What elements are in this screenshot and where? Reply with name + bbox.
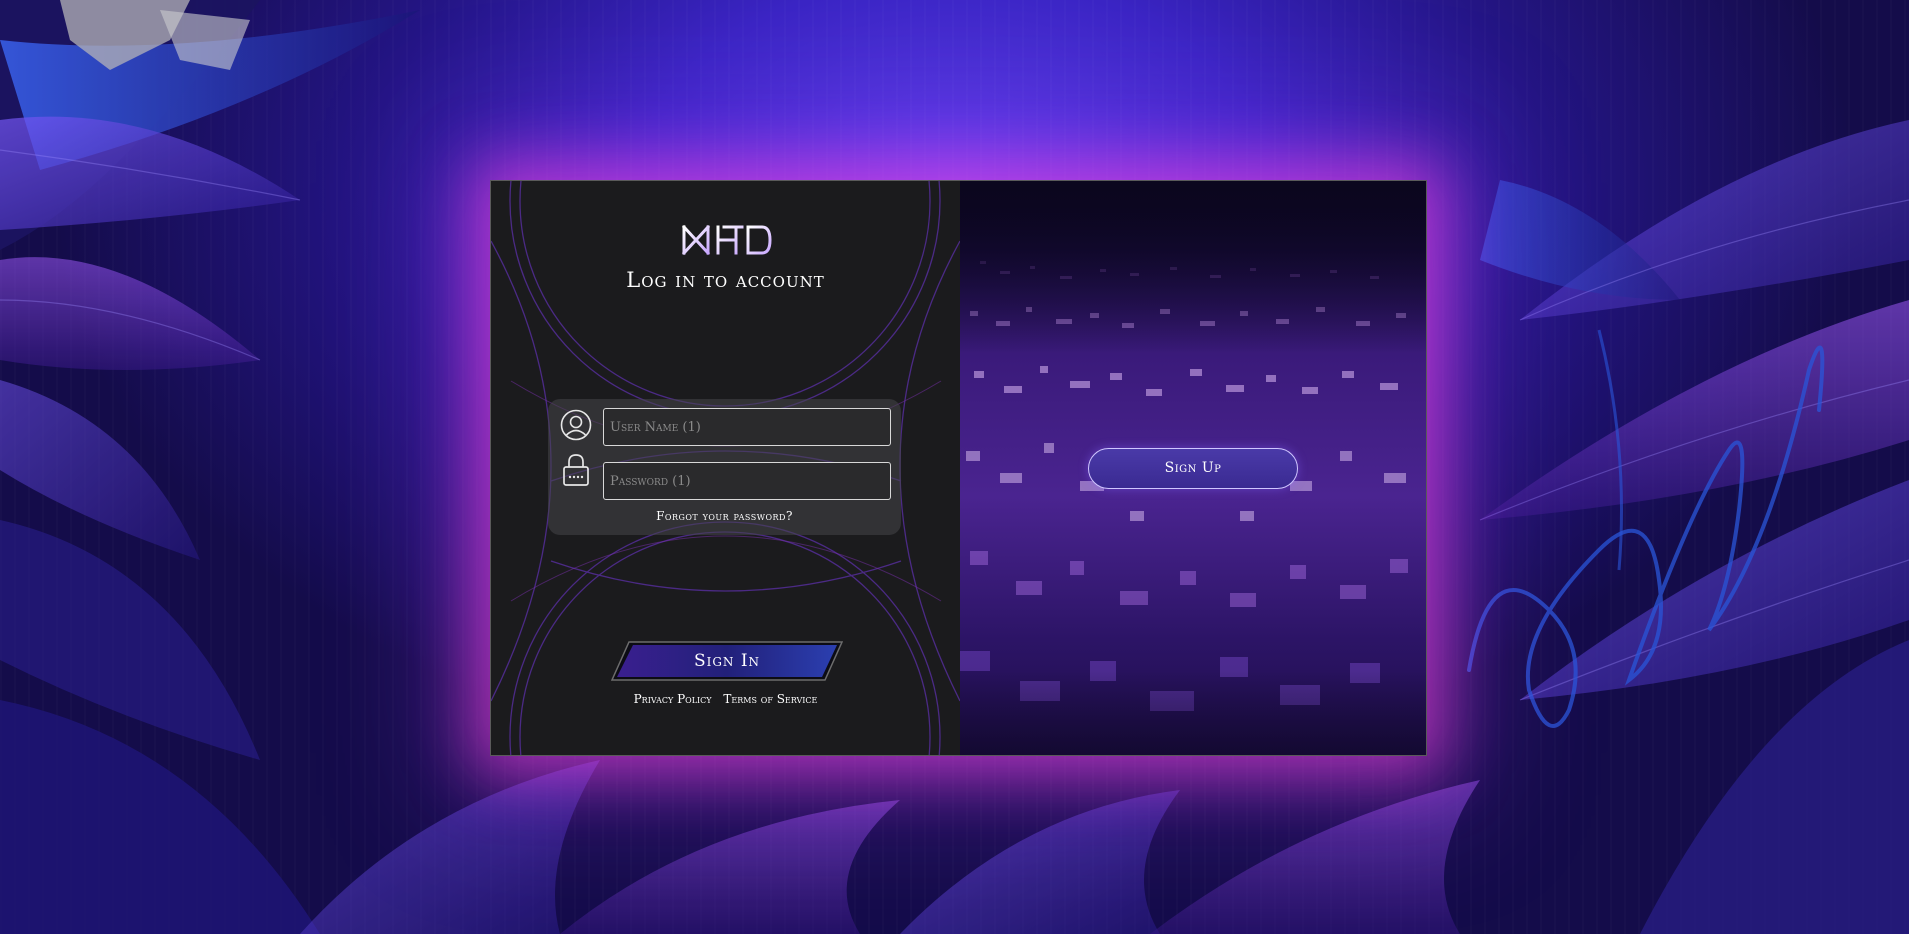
mhd-logo-icon <box>681 224 772 256</box>
password-input[interactable] <box>603 462 891 500</box>
legal-links: Privacy Policy Terms of Service <box>491 692 960 706</box>
sign-in-label: Sign In <box>693 651 761 671</box>
privacy-policy-link[interactable]: Privacy Policy <box>634 692 712 706</box>
user-icon <box>560 409 592 441</box>
sign-up-button[interactable]: Sign Up <box>1088 448 1298 489</box>
login-page-background: Log in to account User Name (1) Forgot y… <box>0 0 1909 934</box>
brand-logo <box>491 223 960 261</box>
username-input[interactable] <box>603 408 891 446</box>
login-form-pane: Log in to account User Name (1) Forgot y… <box>491 181 960 755</box>
sign-in-button[interactable]: Sign In <box>610 641 844 681</box>
login-panel: Log in to account User Name (1) Forgot y… <box>490 180 1427 756</box>
lock-icon <box>563 454 589 486</box>
forgot-password-link[interactable]: Forgot your password? <box>548 509 901 523</box>
signature-decoration <box>1467 329 1825 728</box>
credentials-box: Forgot your password? <box>548 399 901 535</box>
terms-of-service-link[interactable]: Terms of Service <box>723 692 817 706</box>
page-title: Log in to account <box>626 268 825 292</box>
signup-pane: Sign Up <box>960 181 1426 755</box>
